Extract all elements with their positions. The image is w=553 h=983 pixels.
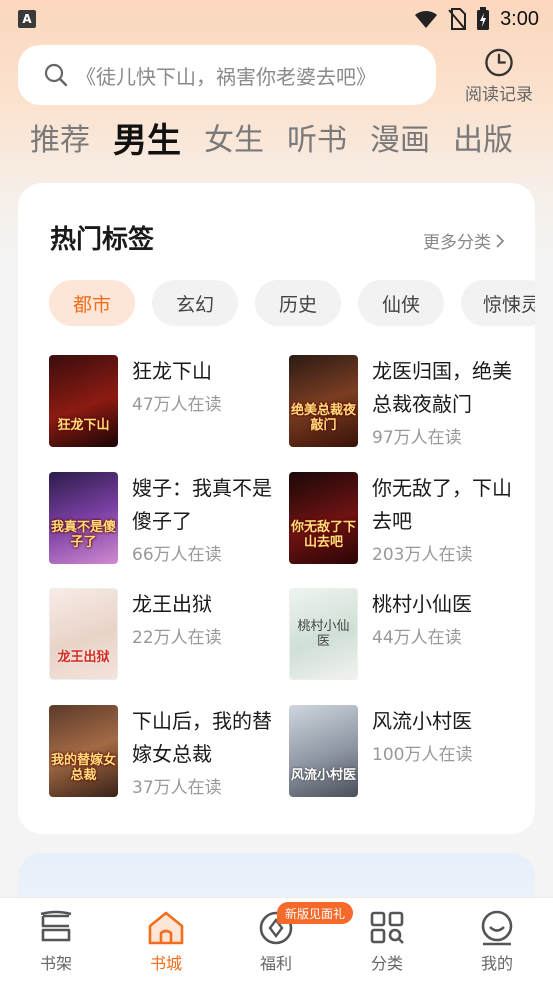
cover-title-art: 桃村小仙医 [297, 619, 350, 649]
chip-xianxia[interactable]: 仙侠 [358, 280, 444, 326]
book-item[interactable]: 狂龙下山 狂龙下山 47万人在读 [49, 355, 279, 450]
chip-fantasy[interactable]: 玄幻 [152, 280, 238, 326]
book-readers: 97万人在读 [372, 428, 462, 448]
chip-history[interactable]: 历史 [255, 280, 341, 326]
clock: 3:00 [500, 7, 539, 30]
tab-comics[interactable]: 漫画 [370, 115, 430, 159]
nav-bookstore[interactable]: 书城 [121, 910, 211, 974]
book-item[interactable]: 龙王出狱 龙王出狱 22万人在读 [49, 588, 279, 683]
book-cover: 风流小村医 [289, 705, 358, 797]
book-item[interactable]: 风流小村医 风流小村医 100万人在读 [289, 705, 519, 800]
nav-categories[interactable]: 分类 [342, 910, 432, 974]
profile-icon [481, 910, 513, 946]
reading-history-button[interactable]: 阅读记录 [458, 47, 540, 105]
book-cover: 绝美总裁夜敲门 [289, 355, 358, 447]
nav-profile[interactable]: 我的 [452, 910, 542, 974]
book-readers: 66万人在读 [132, 545, 222, 565]
tab-audiobook[interactable]: 听书 [287, 115, 347, 159]
cover-title-art: 绝美总裁夜敲门 [291, 403, 357, 433]
book-item[interactable]: 绝美总裁夜敲门 龙医归国，绝美总裁夜敲门 97万人在读 [289, 355, 519, 450]
cover-title-art: 龙王出狱 [57, 649, 110, 665]
book-item[interactable]: 你无敌了下山去吧 你无敌了，下山去吧 203万人在读 [289, 472, 519, 567]
more-categories-label: 更多分类 [423, 233, 491, 253]
cover-title-art: 我真不是傻子了 [51, 520, 117, 550]
book-readers: 37万人在读 [132, 778, 222, 798]
battery-charging-icon [477, 7, 490, 30]
app-notification-icon: A [18, 10, 36, 28]
book-readers: 100万人在读 [372, 745, 473, 765]
home-icon [148, 911, 184, 945]
search-icon [44, 63, 68, 87]
tab-male[interactable]: 男生 [113, 113, 181, 162]
status-bar: A 3:00 [0, 0, 553, 38]
book-cover: 龙王出狱 [49, 588, 118, 680]
book-title: 下山后，我的替嫁女总裁 [132, 709, 272, 766]
book-cover: 我真不是傻子了 [49, 472, 118, 564]
category-grid-icon [370, 911, 404, 944]
nav-label: 福利 [259, 954, 292, 973]
search-bar[interactable]: 《徒儿快下山，祸害你老婆去吧》 [18, 45, 436, 105]
chip-thriller[interactable]: 惊悚灵 [461, 280, 535, 326]
tab-published[interactable]: 出版 [453, 115, 513, 159]
channel-tabs: 推荐 男生 女生 听书 漫画 出版 [30, 112, 536, 162]
chip-urban[interactable]: 都市 [49, 280, 135, 326]
book-readers: 203万人在读 [372, 545, 473, 565]
book-item[interactable]: 我的替嫁女总裁 下山后，我的替嫁女总裁 37万人在读 [49, 705, 279, 800]
book-cover: 我的替嫁女总裁 [49, 705, 118, 797]
nav-label: 书城 [149, 954, 182, 973]
reading-history-label: 阅读记录 [465, 85, 533, 105]
book-title: 龙王出狱 [132, 592, 212, 616]
section-title: 热门标签 [50, 225, 155, 255]
book-title: 风流小村医 [372, 709, 472, 733]
book-cover: 桃村小仙医 [289, 588, 358, 680]
new-version-gift-badge[interactable]: 新版见面礼 [277, 902, 354, 924]
nav-label: 分类 [370, 954, 403, 973]
search-placeholder: 《徒儿快下山，祸害你老婆去吧》 [76, 64, 376, 89]
clock-icon [485, 48, 513, 77]
book-cover: 狂龙下山 [49, 355, 118, 447]
cover-title-art: 狂龙下山 [57, 417, 110, 433]
chevron-right-icon [496, 233, 505, 248]
tab-female[interactable]: 女生 [204, 115, 264, 159]
book-title: 龙医归国，绝美总裁夜敲门 [372, 359, 512, 416]
nav-bookshelf[interactable]: 书架 [11, 910, 101, 974]
tab-recommend[interactable]: 推荐 [30, 115, 90, 159]
cover-title-art: 你无敌了下山去吧 [291, 520, 357, 550]
cover-title-art: 我的替嫁女总裁 [51, 753, 117, 783]
hot-tags-card: 热门标签 更多分类 都市 玄幻 历史 仙侠 惊悚灵 狂龙下山 狂龙下山 47万人… [18, 183, 535, 834]
book-title: 嫂子：我真不是傻子了 [132, 476, 272, 533]
book-readers: 22万人在读 [132, 628, 222, 648]
more-categories-link[interactable]: 更多分类 [423, 228, 505, 253]
book-title: 你无敌了，下山去吧 [372, 476, 512, 533]
book-item[interactable]: 桃村小仙医 桃村小仙医 44万人在读 [289, 588, 519, 683]
tag-chips: 都市 玄幻 历史 仙侠 惊悚灵 [49, 280, 535, 326]
nav-label: 书架 [39, 954, 72, 973]
book-readers: 44万人在读 [372, 628, 462, 648]
book-title: 桃村小仙医 [372, 592, 472, 616]
book-item[interactable]: 我真不是傻子了 嫂子：我真不是傻子了 66万人在读 [49, 472, 279, 567]
bookshelf-icon [40, 910, 72, 942]
book-readers: 47万人在读 [132, 395, 222, 415]
wifi-icon [415, 10, 438, 28]
no-sim-icon [448, 8, 467, 30]
nav-label: 我的 [480, 954, 513, 973]
book-title: 狂龙下山 [132, 359, 212, 383]
book-cover: 你无敌了下山去吧 [289, 472, 358, 564]
cover-title-art: 风流小村医 [291, 767, 357, 783]
